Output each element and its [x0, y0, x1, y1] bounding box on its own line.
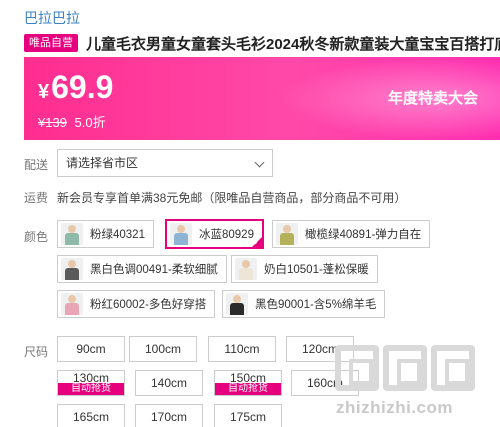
- self-operated-badge: 唯品自营: [24, 34, 78, 52]
- color-option[interactable]: 黑白色调00491-柔软细腻: [57, 255, 227, 283]
- shipping-info: 新会员专享首单满38元免邮（限唯品自营商品，部分商品不可用）: [57, 191, 407, 205]
- size-option[interactable]: 100cm: [129, 336, 197, 362]
- color-option[interactable]: 奶白10501-蓬松保暖: [231, 255, 378, 283]
- color-option[interactable]: 粉红60002-多色好穿搭: [57, 290, 216, 318]
- color-option-label: 冰蓝80929: [199, 229, 254, 241]
- size-option-label: 110cm: [224, 342, 260, 356]
- watermark-glyph: [431, 345, 475, 391]
- color-label: 颜色: [24, 230, 49, 244]
- original-price: ¥139: [38, 115, 67, 130]
- product-title: 儿童毛衣男童女童套头毛衫2024秋冬新款童装大童宝宝百搭打底: [86, 35, 500, 53]
- size-option-label: 100cm: [144, 342, 182, 356]
- currency-symbol: ¥: [38, 81, 50, 103]
- size-option[interactable]: 140cm: [135, 370, 203, 396]
- product-thumbnail: [170, 223, 192, 245]
- region-select-placeholder: 请选择省市区: [66, 156, 139, 170]
- watermark-glyph: [335, 345, 379, 391]
- size-option[interactable]: 90cm: [57, 336, 125, 362]
- original-price-row: ¥139 5.0折: [38, 112, 106, 131]
- product-thumbnail: [61, 223, 83, 245]
- watermark-logo: [335, 345, 475, 391]
- product-title-bar: 唯品自营 儿童毛衣男童女童套头毛衫2024秋冬新款童装大童宝宝百搭打底: [24, 33, 500, 53]
- size-option[interactable]: 150cm 自动抢货: [214, 370, 282, 396]
- delivery-label: 配送: [24, 158, 49, 172]
- auto-restock-tag: 自动抢货: [58, 383, 124, 395]
- price-banner: ¥ 69.9 ¥139 5.0折 年度特卖大会: [24, 57, 500, 140]
- product-thumbnail: [235, 258, 257, 280]
- color-option[interactable]: 粉绿40321: [57, 220, 154, 248]
- watermark-text: zhizhizhi.com: [336, 398, 453, 417]
- size-option-label: 90cm: [76, 342, 106, 356]
- auto-restock-tag: 自动抢货: [215, 383, 281, 395]
- size-option[interactable]: 170cm: [135, 404, 203, 427]
- size-option-label: 140cm: [150, 376, 188, 390]
- promo-label: 年度特卖大会: [387, 90, 478, 107]
- color-option-label: 粉绿40321: [90, 229, 145, 241]
- size-option-label: 175cm: [229, 410, 267, 424]
- sale-price: ¥ 69.9: [38, 69, 113, 106]
- price-value: 69.9: [51, 69, 114, 105]
- discount-label: 5.0折: [74, 115, 106, 130]
- brand-link[interactable]: 巴拉巴拉: [24, 8, 80, 28]
- size-option[interactable]: 110cm: [208, 336, 276, 362]
- product-thumbnail: [226, 293, 248, 315]
- product-thumbnail: [276, 223, 298, 245]
- color-option[interactable]: 黑色90001-含5%绵羊毛: [222, 290, 386, 318]
- size-option[interactable]: 130cm 自动抢货: [57, 370, 125, 396]
- color-option-label: 奶白10501-蓬松保暖: [264, 264, 369, 276]
- color-option-label: 粉红60002-多色好穿搭: [90, 299, 207, 311]
- region-select[interactable]: 请选择省市区: [57, 149, 273, 177]
- shipping-label: 运费: [24, 191, 49, 205]
- size-option[interactable]: 175cm: [214, 404, 282, 427]
- color-option-label: 黑色90001-含5%绵羊毛: [255, 299, 377, 311]
- color-option[interactable]: 橄榄绿40891-弹力自在: [272, 220, 431, 248]
- size-option-label: 170cm: [150, 410, 188, 424]
- size-option[interactable]: 165cm: [57, 404, 125, 427]
- color-option-label: 黑白色调00491-柔软细腻: [90, 264, 218, 276]
- chevron-down-icon: [254, 157, 265, 168]
- size-option-label: 165cm: [72, 410, 110, 424]
- color-option-selected[interactable]: 冰蓝80929 ✓: [165, 219, 264, 249]
- size-label: 尺码: [24, 345, 49, 359]
- watermark-glyph: [383, 345, 427, 391]
- color-option-label: 橄榄绿40891-弹力自在: [305, 229, 422, 241]
- size-option-label: 120cm: [301, 342, 339, 356]
- product-thumbnail: [61, 293, 83, 315]
- product-thumbnail: [61, 258, 83, 280]
